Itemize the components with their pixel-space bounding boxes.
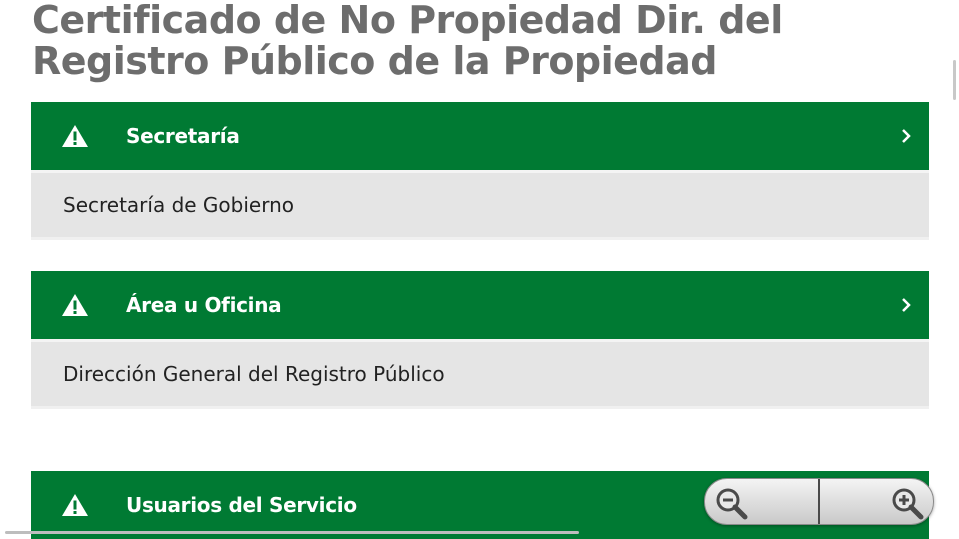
page-title: Certificado de No Propiedad Dir. del Reg… — [32, 0, 783, 83]
zoom-out-icon — [716, 488, 748, 520]
section-area-oficina: Área u Oficina Dirección General del Reg… — [31, 271, 929, 409]
section-value: Secretaría de Gobierno — [63, 193, 295, 217]
section-label: Secretaría — [126, 124, 240, 148]
horizontal-scrollbar[interactable] — [5, 531, 579, 534]
zoom-in-icon — [892, 488, 924, 520]
section-value: Dirección General del Registro Público — [63, 362, 445, 386]
vertical-scrollbar[interactable] — [953, 60, 956, 100]
section-header-area-oficina[interactable]: Área u Oficina — [31, 271, 929, 339]
section-label: Usuarios del Servicio — [126, 493, 357, 517]
zoom-out-button[interactable] — [705, 479, 818, 524]
section-body: Dirección General del Registro Público — [31, 339, 929, 409]
zoom-controls — [704, 478, 934, 525]
warning-icon — [62, 294, 88, 316]
section-header-secretaria[interactable]: Secretaría — [31, 102, 929, 170]
section-secretaria: Secretaría Secretaría de Gobierno — [31, 102, 929, 240]
section-label: Área u Oficina — [126, 293, 282, 317]
zoom-in-button[interactable] — [820, 479, 933, 524]
warning-icon — [62, 494, 88, 516]
section-body: Secretaría de Gobierno — [31, 170, 929, 240]
warning-icon — [62, 125, 88, 147]
chevron-right-icon — [902, 298, 911, 312]
chevron-right-icon — [902, 129, 911, 143]
